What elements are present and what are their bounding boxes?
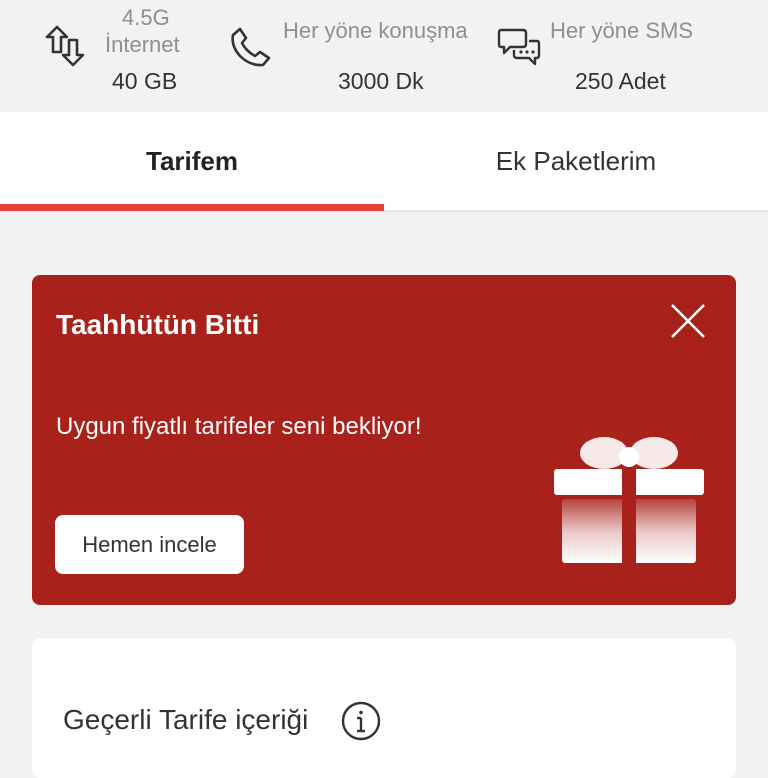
promo-title: Taahhütün Bitti bbox=[56, 309, 260, 340]
promo-card: Taahhütün Bitti Uygun fiyatlı tarifeler … bbox=[32, 275, 736, 605]
hemen-incele-button[interactable]: Hemen incele bbox=[55, 515, 244, 574]
internet-label: İnternet bbox=[105, 32, 180, 57]
promo-message: Uygun fiyatlı tarifeler seni bekliyor! bbox=[56, 413, 422, 440]
tariff-title: Geçerli Tarife içeriği bbox=[63, 704, 309, 735]
data-transfer-icon bbox=[44, 24, 86, 68]
active-tab-indicator bbox=[0, 204, 384, 211]
tab-ek-paketlerim[interactable]: Ek Paketlerim bbox=[384, 112, 768, 210]
close-icon[interactable] bbox=[668, 301, 708, 341]
tab-bar: Tarifem Ek Paketlerim bbox=[0, 112, 768, 210]
sms-label: Her yöne SMS bbox=[550, 18, 694, 43]
sms-value: 250 Adet bbox=[575, 68, 666, 94]
voice-label: Her yöne konuşma bbox=[283, 18, 468, 43]
usage-summary: 4.5G İnternet 40 GB Her yöne konuşma 300… bbox=[0, 0, 768, 112]
internet-value: 40 GB bbox=[112, 68, 178, 94]
voice-value: 3000 Dk bbox=[338, 68, 424, 94]
info-icon[interactable] bbox=[341, 701, 381, 741]
chat-bubbles-icon bbox=[497, 26, 541, 68]
tab-tarifem[interactable]: Tarifem bbox=[0, 112, 384, 210]
network-type: 4.5G bbox=[122, 5, 170, 30]
phone-icon bbox=[230, 26, 272, 68]
current-tariff-card: Geçerli Tarife içeriği bbox=[32, 638, 736, 778]
gift-icon bbox=[552, 433, 706, 572]
